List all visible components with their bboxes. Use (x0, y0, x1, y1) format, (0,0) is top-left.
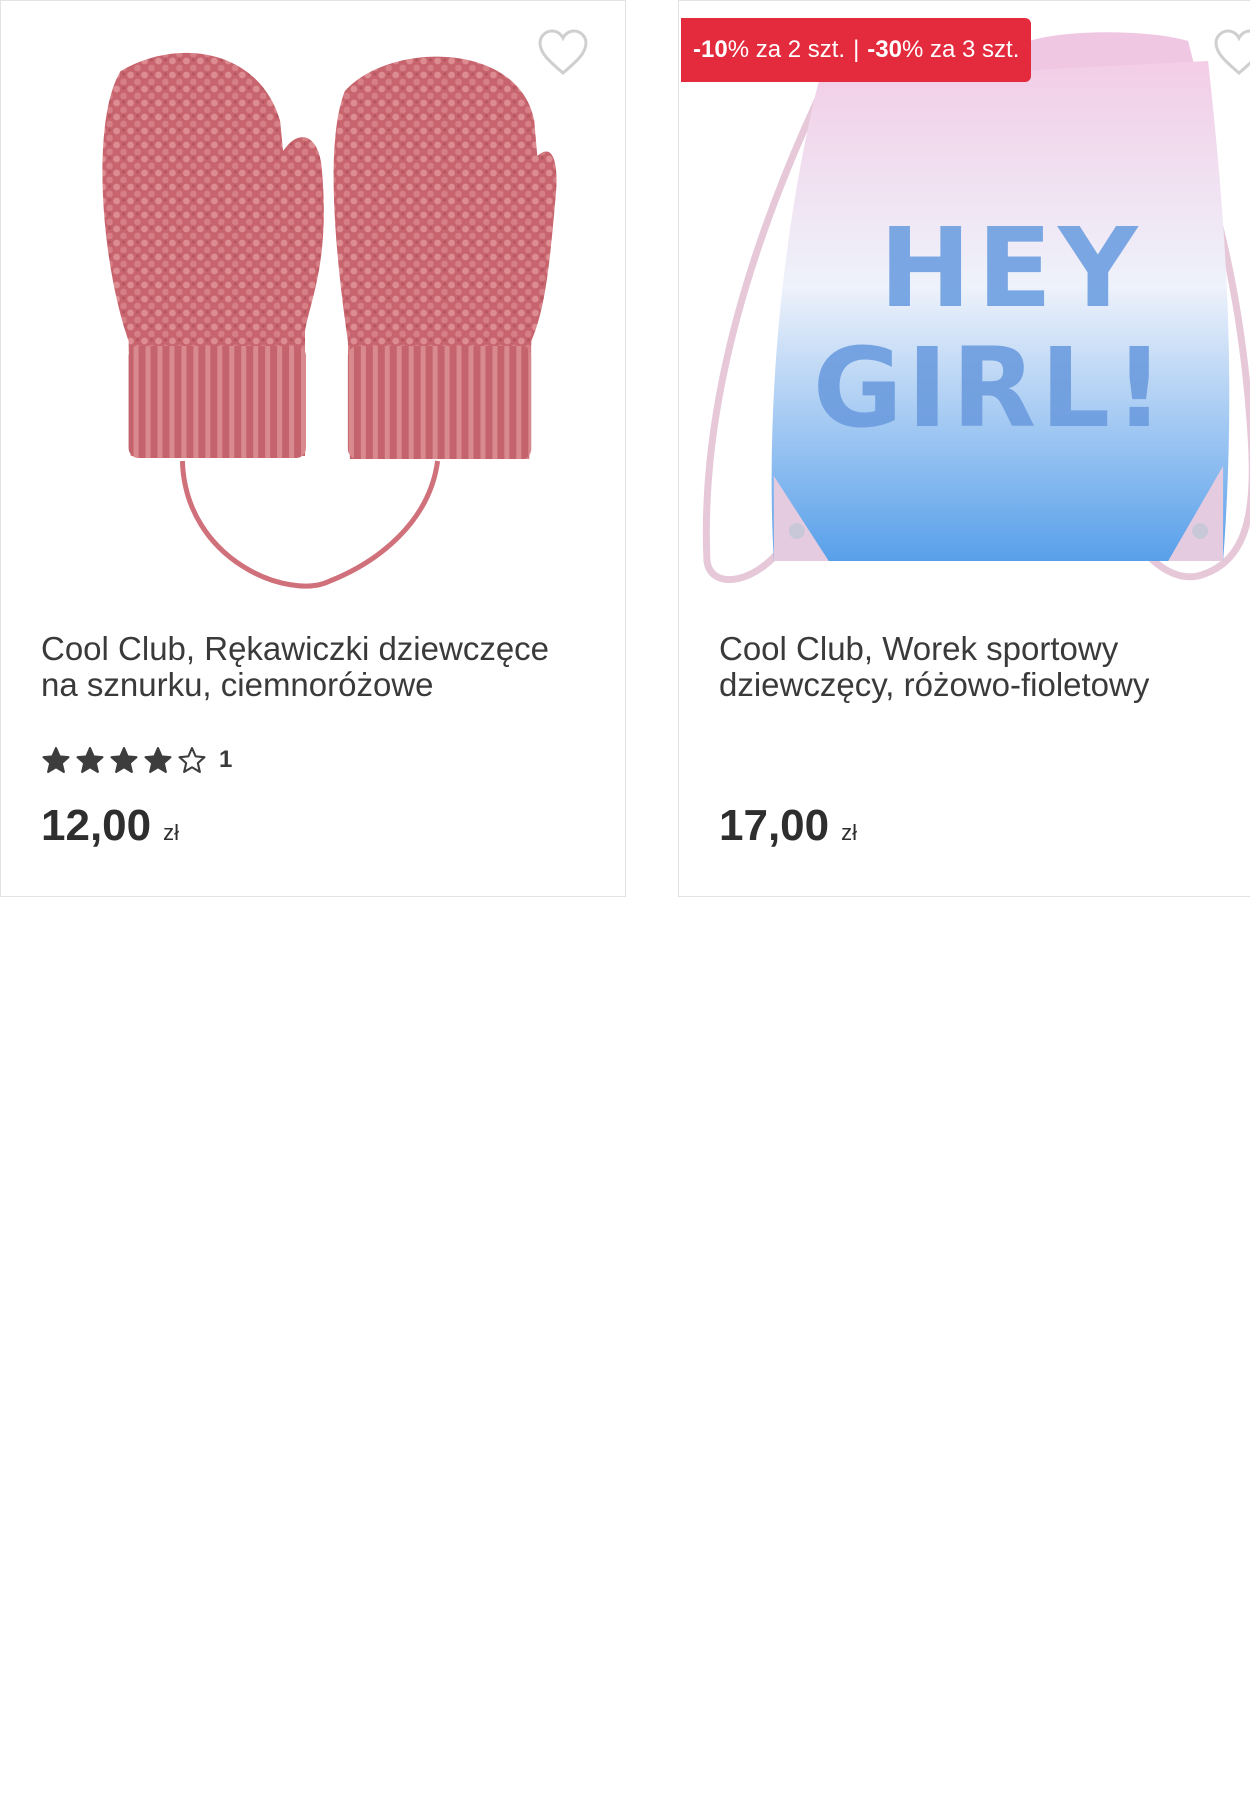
price-amount: 17,00 (719, 801, 830, 850)
star-filled-icon (110, 747, 138, 773)
star-filled-icon (42, 747, 70, 773)
promo-condition-2: % za 3 szt. (901, 36, 1020, 63)
product-card[interactable]: Cool Club, Rękawiczki dziewczęce na sznu… (0, 0, 626, 897)
product-rating: 1 (41, 746, 232, 774)
drawstring-bag-image[interactable]: HEY GIRL! (679, 1, 1250, 601)
promo-separator: | (853, 36, 860, 63)
knitted-mittens-image[interactable] (1, 1, 625, 601)
svg-text:GIRL!: GIRL! (813, 324, 1169, 452)
rating-count: 1 (219, 746, 233, 773)
promo-badge: -10 % za 2 szt. | -30 % za 3 szt. (681, 18, 1032, 82)
price-currency: zł (841, 820, 857, 845)
promo-condition-1: % za 2 szt. (727, 36, 846, 63)
star-empty-icon (178, 747, 206, 773)
favorite-heart-icon[interactable] (537, 29, 589, 77)
product-price: 12,00 zł (41, 801, 179, 851)
product-title[interactable]: Cool Club, Rękawiczki dziewczęce na sznu… (41, 631, 581, 703)
price-amount: 12,00 (41, 801, 152, 850)
price-currency: zł (163, 820, 179, 845)
product-price: 17,00 zł (719, 801, 857, 851)
rating-stars (41, 746, 207, 774)
promo-discount-1: -10 (693, 36, 728, 63)
svg-text:HEY: HEY (879, 204, 1143, 332)
product-title[interactable]: Cool Club, Worek sportowy dziewczęcy, ró… (719, 631, 1250, 703)
star-filled-icon (76, 747, 104, 773)
star-filled-icon (144, 747, 172, 773)
product-grid: Cool Club, Rękawiczki dziewczęce na sznu… (0, 0, 1250, 1797)
promo-discount-2: -30 (867, 36, 902, 63)
product-card[interactable]: HEY GIRL! -10 % za 2 szt. | -30 % za 3 s… (678, 0, 1250, 897)
favorite-heart-icon[interactable] (1213, 29, 1250, 77)
